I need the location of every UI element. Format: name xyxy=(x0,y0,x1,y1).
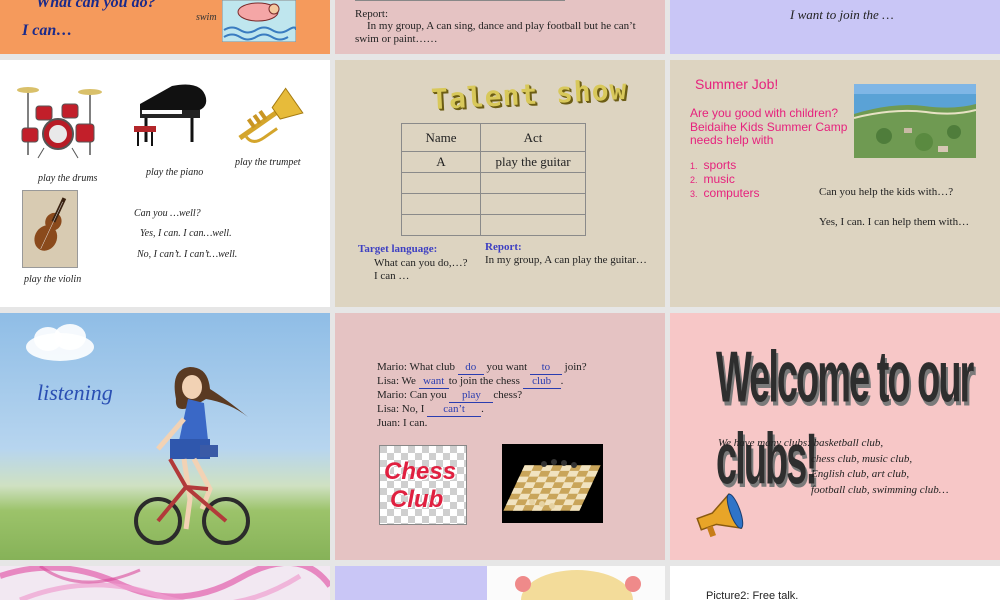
slide-want-to-join[interactable]: I want to join the … xyxy=(670,0,1000,54)
child-portrait xyxy=(487,566,665,600)
megaphone-icon[interactable] xyxy=(692,493,746,541)
chess-club-sign: Chess Club xyxy=(379,445,467,525)
slide-bottom-middle[interactable] xyxy=(335,566,665,600)
summer-list: 1. sports 2. music 3. computers xyxy=(690,159,760,201)
slide1-line1: What can you do? xyxy=(36,0,156,11)
phrase-question: Can you …well? xyxy=(134,208,201,219)
cloud-shape xyxy=(26,324,94,361)
girl-on-bike-illustration xyxy=(134,367,250,545)
label-drums: play the drums xyxy=(38,173,98,184)
list-item: 2. music xyxy=(690,172,735,186)
slide-instruments[interactable]: play the drums play the piano play the t… xyxy=(0,60,330,307)
list-item: 1. sports xyxy=(690,158,737,172)
slide-bottom-left[interactable] xyxy=(0,566,330,600)
clubs-line2: chess club, music club, xyxy=(811,453,913,465)
slide-what-can-you-do[interactable]: What can you do? I can… swim xyxy=(0,0,330,54)
clubs-line1: We have many clubs: basketball club, xyxy=(718,437,884,449)
report-text: In my group, A can play the guitar… xyxy=(485,254,647,266)
chess-word-1: Chess xyxy=(384,458,457,485)
slide-free-talk[interactable]: Picture2: Free talk. xyxy=(670,566,1000,600)
help-answer: Yes, I can. I can help them with… xyxy=(819,216,970,228)
free-talk-text: Picture2: Free talk. xyxy=(706,590,799,600)
drum-kit-icon xyxy=(17,87,102,159)
target-language-label: Target language: xyxy=(358,243,438,255)
phrase-no: No, I can’t. I can’t…well. xyxy=(137,249,238,260)
label-trumpet: play the trumpet xyxy=(235,157,301,168)
slide-dialogue-fill[interactable]: Mario: What club do you want to join? Li… xyxy=(335,313,665,560)
chess-word-2: Club xyxy=(390,486,444,513)
cell-empty xyxy=(480,214,586,236)
dialogue-line: Juan: I can. xyxy=(377,417,428,429)
want-join-text: I want to join the … xyxy=(790,7,894,22)
label-piano: play the piano xyxy=(146,167,204,178)
summer-intro-1: Are you good with children? xyxy=(690,106,839,120)
slide-group-report[interactable]: Report: In my group, A can sing, dance a… xyxy=(335,0,665,54)
cell-empty xyxy=(480,193,586,215)
list-item: 3. computers xyxy=(690,186,760,200)
target-line2: I can … xyxy=(374,270,410,282)
report-body: In my group, A can sing, dance and play … xyxy=(355,20,636,45)
cell-empty xyxy=(401,193,481,215)
slide-summer-job[interactable]: Summer Job! Are you good with children? … xyxy=(670,60,1000,307)
report-label: Report: xyxy=(485,241,522,253)
beach-photo xyxy=(854,84,976,158)
target-line1: What can you do,…? xyxy=(374,257,468,269)
col-header-name: Name xyxy=(401,123,481,152)
talent-table: Name Act A play the guitar xyxy=(401,123,586,236)
cell-empty xyxy=(480,172,586,194)
cell-empty xyxy=(401,214,481,236)
divider-line xyxy=(355,0,565,1)
dialogue-line: Mario: Can you play chess? xyxy=(377,389,523,403)
talent-show-title: Talent show xyxy=(430,72,629,117)
summer-job-title: Summer Job! xyxy=(695,76,779,92)
dialogue-block: Mario: What club do you want to join? Li… xyxy=(377,361,587,430)
dialogue-line: Mario: What club do you want to join? xyxy=(377,361,587,375)
trumpet-icon xyxy=(238,87,304,143)
slide-talent-show[interactable]: Talent show Name Act A play the guitar T… xyxy=(335,60,665,307)
label-violin: play the violin xyxy=(24,274,82,285)
cell-name: A xyxy=(401,151,481,173)
col-header-act: Act xyxy=(480,123,586,152)
decorative-swirl xyxy=(0,566,330,600)
slide-listening[interactable]: listening xyxy=(0,313,330,560)
slide1-caption: swim xyxy=(196,12,217,23)
slide1-line2: I can… xyxy=(22,22,73,39)
cell-empty xyxy=(401,172,481,194)
summer-intro-2: Beidaihe Kids Summer Camp xyxy=(690,120,848,134)
grand-piano-icon xyxy=(134,84,207,146)
swimmer-illustration xyxy=(222,0,296,42)
dialogue-line: Lisa: No, I can’t. xyxy=(377,403,484,417)
phrase-yes: Yes, I can. I can…well. xyxy=(140,228,232,239)
clubs-line4: football club, swimming club… xyxy=(811,484,949,496)
violin-frame xyxy=(22,190,78,268)
listening-label: listening xyxy=(37,380,113,405)
help-question: Can you help the kids with…? xyxy=(819,186,954,198)
violin-icon xyxy=(34,197,67,251)
report-title: Report: xyxy=(355,8,388,20)
cell-act: play the guitar xyxy=(480,151,586,173)
chess-board-icon xyxy=(502,444,603,523)
clubs-line3: English club, art club, xyxy=(811,468,910,480)
slide-welcome-clubs[interactable]: Welcome to our clubs! We have many clubs… xyxy=(670,313,1000,560)
dialogue-line: Lisa: We want to join the chess club. xyxy=(377,375,564,389)
summer-intro-3: needs help with xyxy=(690,133,774,147)
